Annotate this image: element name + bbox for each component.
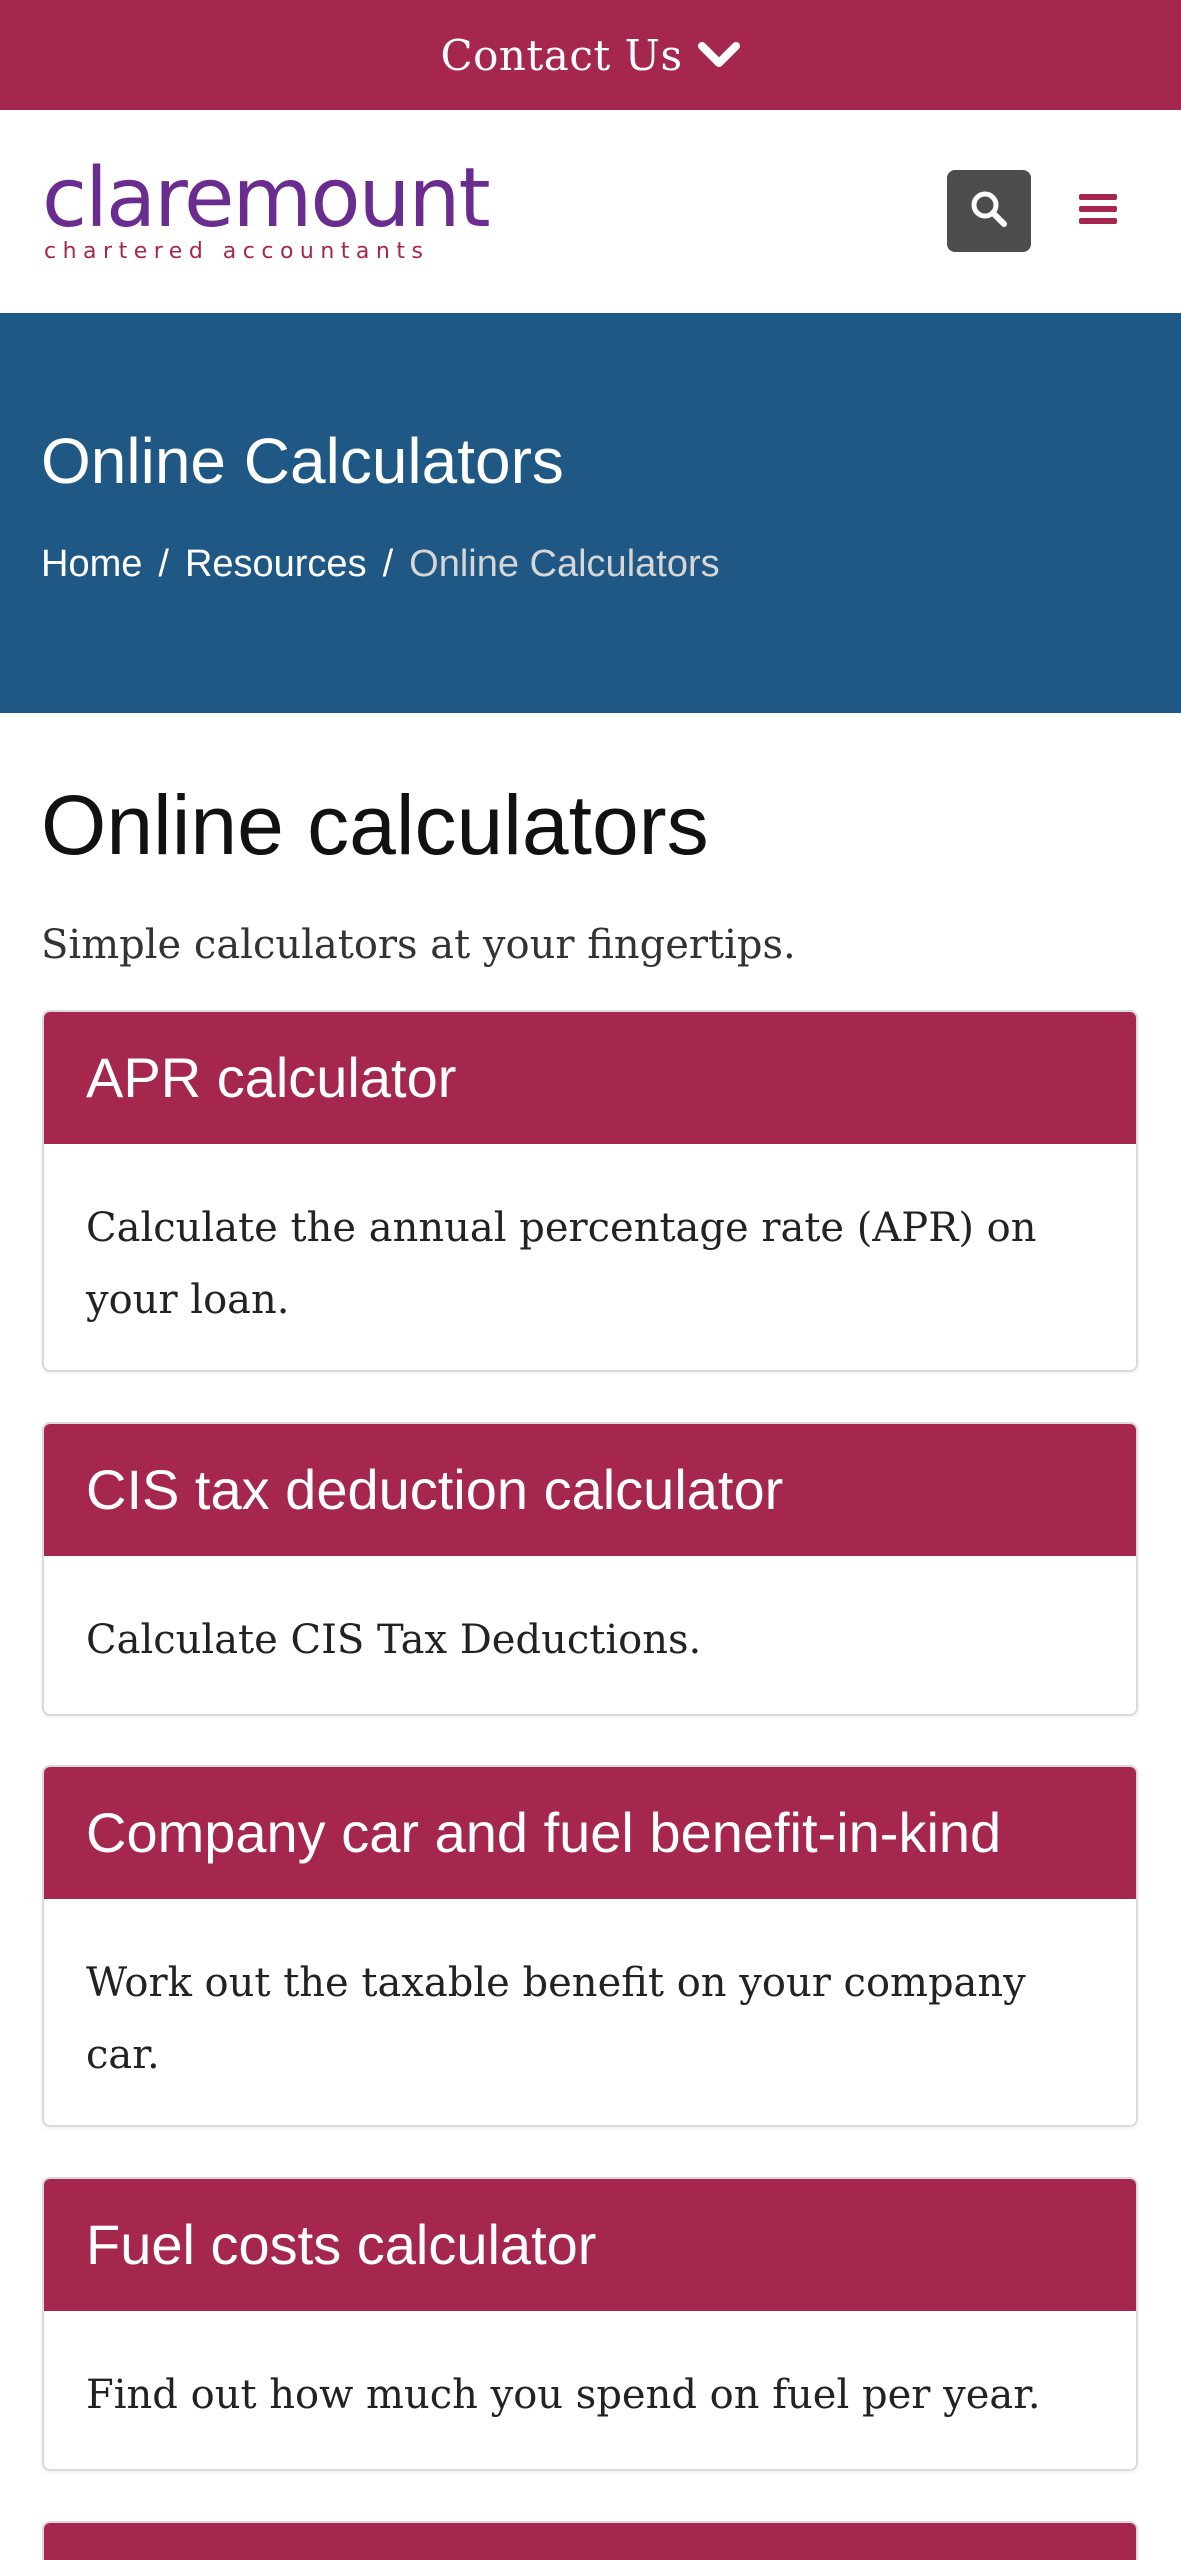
card-description: Calculate CIS Tax Deductions. (86, 1617, 702, 1663)
page-hero: Online Calculators Home / Resources / On… (0, 313, 1181, 713)
hero-title: Online Calculators (41, 425, 564, 497)
menu-button[interactable] (1070, 188, 1126, 234)
card-description: Calculate the annual percentage rate (AP… (86, 1205, 1037, 1323)
calculator-card-company-car[interactable]: Company car and fuel benefit-in-kind Wor… (42, 1765, 1138, 2127)
page-title: Online calculators (41, 778, 709, 872)
card-title[interactable]: Fuel costs calculator (86, 2213, 596, 2277)
card-header[interactable]: Company car and fuel benefit-in-kind (44, 1767, 1136, 1899)
breadcrumb-home[interactable]: Home (41, 541, 142, 587)
logo-tagline: chartered accountants (44, 239, 430, 264)
card-header[interactable] (44, 2523, 1136, 2560)
card-title[interactable]: APR calculator (86, 1046, 456, 1110)
breadcrumb: Home / Resources / Online Calculators (41, 541, 720, 587)
card-header[interactable]: CIS tax deduction calculator (44, 1424, 1136, 1556)
breadcrumb-separator: / (158, 543, 169, 585)
logo-wordmark: claremount (42, 151, 491, 246)
card-description: Work out the taxable benefit on your com… (86, 1960, 1026, 2078)
calculator-card-apr[interactable]: APR calculator Calculate the annual perc… (42, 1010, 1138, 1372)
breadcrumb-separator: / (382, 543, 394, 585)
calculator-card-cis[interactable]: CIS tax deduction calculator Calculate C… (42, 1422, 1138, 1716)
search-icon (969, 189, 1009, 234)
calculator-card-partial[interactable] (42, 2521, 1138, 2560)
card-title[interactable]: Company car and fuel benefit-in-kind (86, 1801, 1001, 1865)
card-description: Find out how much you spend on fuel per … (86, 2372, 1041, 2418)
chevron-down-icon[interactable] (697, 40, 741, 70)
intro-text: Simple calculators at your fingertips. (41, 922, 796, 968)
contact-us-label[interactable]: Contact Us (440, 31, 682, 80)
contact-bar[interactable]: Contact Us (0, 0, 1181, 110)
hamburger-icon (1077, 191, 1119, 232)
breadcrumb-resources[interactable]: Resources (185, 541, 367, 587)
card-header[interactable]: APR calculator (44, 1012, 1136, 1144)
site-header: claremount chartered accountants (0, 110, 1181, 313)
calculator-card-fuel-costs[interactable]: Fuel costs calculator Find out how much … (42, 2177, 1138, 2471)
card-header[interactable]: Fuel costs calculator (44, 2179, 1136, 2311)
card-title[interactable]: CIS tax deduction calculator (86, 1458, 783, 1522)
search-button[interactable] (947, 170, 1031, 252)
claremount-logo[interactable]: claremount chartered accountants (42, 158, 491, 278)
breadcrumb-current: Online Calculators (409, 543, 720, 585)
